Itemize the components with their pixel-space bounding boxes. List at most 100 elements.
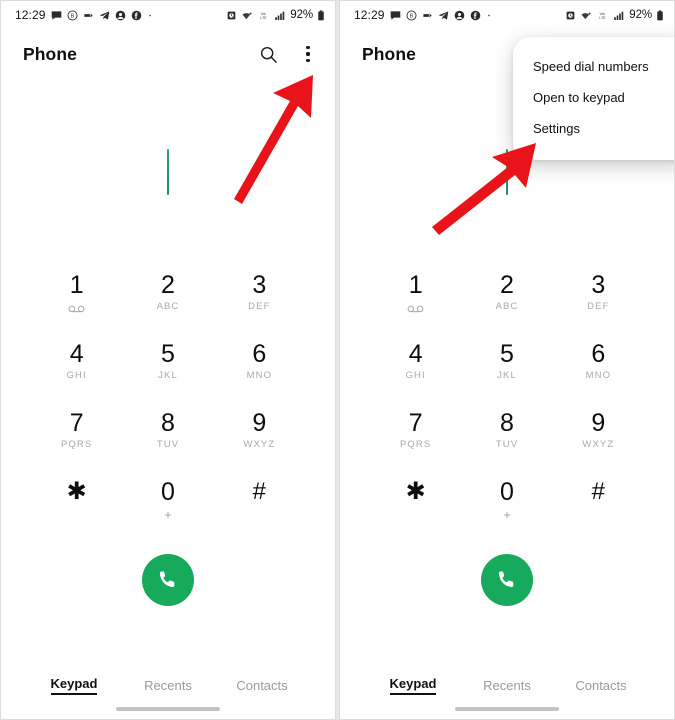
menu-item-open-to-keypad[interactable]: Open to keypad — [513, 82, 674, 113]
keypad-key-3[interactable]: 3 DEF — [553, 264, 644, 333]
three-dot-menu-icon[interactable] — [295, 41, 321, 67]
keypad-key-4[interactable]: 4 GHI — [370, 333, 461, 402]
menu-item-settings[interactable]: Settings — [513, 113, 674, 144]
keypad-key-letters: WXYZ — [582, 439, 615, 450]
voicemail-icon — [407, 302, 424, 314]
tab-label: Recents — [483, 678, 531, 693]
keypad-key-hash[interactable]: # — [214, 471, 305, 540]
keypad-key-number: 2 — [161, 271, 175, 299]
chat-bubble-icon — [390, 10, 401, 21]
keypad-key-star[interactable]: ✱ — [370, 471, 461, 540]
dial-keypad-left: 1 2 ABC 3 DEF 4 GHI 5 JKL 6 MNO 7 PQRS 8 TUV 9 WXYZ ✱ 0 + # — [1, 264, 335, 540]
status-bar-left: 12:29 B — [354, 8, 492, 22]
wifi-icon — [580, 10, 592, 21]
svg-text:LTE: LTE — [600, 16, 607, 20]
keypad-key-number: # — [591, 478, 605, 505]
keypad-key-7[interactable]: 7 PQRS — [370, 402, 461, 471]
wifi-icon — [241, 10, 253, 21]
keypad-key-5[interactable]: 5 JKL — [122, 333, 213, 402]
dark-circle-icon — [454, 10, 465, 21]
tab-recents[interactable]: Recents — [121, 678, 215, 693]
telegram-icon — [99, 10, 110, 21]
search-icon[interactable] — [255, 41, 281, 67]
call-button-row — [340, 554, 674, 606]
bottom-tab-bar-left: Keypad Recents Contacts — [1, 676, 335, 695]
keypad-key-1[interactable]: 1 — [370, 264, 461, 333]
keypad-key-6[interactable]: 6 MNO — [214, 333, 305, 402]
keypad-key-9[interactable]: 9 WXYZ — [214, 402, 305, 471]
tab-label: Keypad — [389, 676, 437, 695]
keypad-key-8[interactable]: 8 TUV — [461, 402, 552, 471]
chat-bubble-icon — [51, 10, 62, 21]
status-bar: 12:29 B VoL LTE 92% — [340, 1, 674, 29]
tab-contacts[interactable]: Contacts — [554, 678, 648, 693]
keypad-key-9[interactable]: 9 WXYZ — [553, 402, 644, 471]
call-button[interactable] — [142, 554, 194, 606]
status-bar-time: 12:29 — [15, 8, 46, 22]
svg-text:VoL: VoL — [600, 11, 606, 15]
keypad-key-star[interactable]: ✱ — [31, 471, 122, 540]
keypad-key-number: ✱ — [66, 478, 87, 505]
keypad-key-8[interactable]: 8 TUV — [122, 402, 213, 471]
keypad-key-letters: + — [503, 508, 511, 522]
keypad-key-number: 3 — [591, 271, 606, 299]
keypad-key-number: 0 — [161, 478, 175, 506]
keypad-key-3[interactable]: 3 DEF — [214, 264, 305, 333]
dial-keypad-right: 1 2 ABC 3 DEF 4 GHI 5 JKL 6 MNO 7 PQRS 8 TUV 9 WXYZ ✱ 0 + # — [340, 264, 674, 540]
keypad-key-number: 3 — [252, 271, 267, 299]
tab-recents[interactable]: Recents — [460, 678, 554, 693]
status-bar-left: 12:29 B — [15, 8, 153, 22]
facebook-icon — [131, 10, 142, 21]
keypad-key-number: 8 — [500, 409, 514, 437]
bottom-tab-bar-right: Keypad Recents Contacts — [340, 676, 674, 695]
keypad-key-letters: PQRS — [61, 439, 93, 450]
keypad-key-6[interactable]: 6 MNO — [553, 333, 644, 402]
tab-label: Keypad — [50, 676, 98, 695]
keypad-key-4[interactable]: 4 GHI — [31, 333, 122, 402]
menu-item-speed-dial-numbers[interactable]: Speed dial numbers — [513, 51, 674, 82]
app-bar: Phone — [1, 29, 335, 79]
keypad-key-letters: ABC — [156, 301, 180, 312]
keypad-key-letters: DEF — [587, 301, 610, 312]
tab-contacts[interactable]: Contacts — [215, 678, 309, 693]
volte-icon: VoL LTE — [596, 10, 609, 21]
tab-keypad[interactable]: Keypad — [366, 676, 460, 695]
keypad-key-5[interactable]: 5 JKL — [461, 333, 552, 402]
keypad-key-number: 5 — [161, 340, 175, 368]
status-bar-time: 12:29 — [354, 8, 385, 22]
status-bar: 12:29 B VoL LTE 92% — [1, 1, 335, 29]
keypad-key-0[interactable]: 0 + — [122, 471, 213, 540]
keypad-key-letters: JKL — [158, 370, 178, 381]
status-bar-right: VoL LTE 92% — [565, 9, 664, 21]
keypad-key-0[interactable]: 0 + — [461, 471, 552, 540]
keypad-key-number: 4 — [408, 340, 423, 368]
keypad-key-hash[interactable]: # — [553, 471, 644, 540]
keypad-key-letters: JKL — [497, 370, 517, 381]
dark-circle-icon — [115, 10, 126, 21]
tab-keypad[interactable]: Keypad — [27, 676, 121, 695]
bookmark-icon — [83, 10, 94, 21]
keypad-key-1[interactable]: 1 — [31, 264, 122, 333]
svg-text:B: B — [409, 13, 413, 19]
keypad-key-2[interactable]: 2 ABC — [461, 264, 552, 333]
volte-icon: VoL LTE — [257, 10, 270, 21]
circled-b-icon: B — [67, 10, 78, 21]
keypad-key-letters: TUV — [495, 439, 519, 450]
keypad-key-letters: ABC — [495, 301, 519, 312]
number-input-field[interactable] — [1, 79, 335, 264]
tab-label: Recents — [144, 678, 192, 693]
signal-bars-icon — [613, 10, 625, 21]
phone-handset-icon — [159, 570, 174, 587]
battery-percent-label: 92% — [629, 9, 652, 21]
keypad-key-7[interactable]: 7 PQRS — [31, 402, 122, 471]
more-dot-icon — [147, 10, 153, 21]
keypad-key-letters: MNO — [585, 370, 612, 381]
keypad-key-letters: WXYZ — [243, 439, 276, 450]
call-button-row — [1, 554, 335, 606]
call-button[interactable] — [481, 554, 533, 606]
battery-icon — [317, 9, 325, 21]
keypad-key-number: 9 — [591, 409, 606, 437]
keypad-key-2[interactable]: 2 ABC — [122, 264, 213, 333]
keypad-key-number: 0 — [500, 478, 514, 506]
keypad-key-number: 5 — [500, 340, 514, 368]
